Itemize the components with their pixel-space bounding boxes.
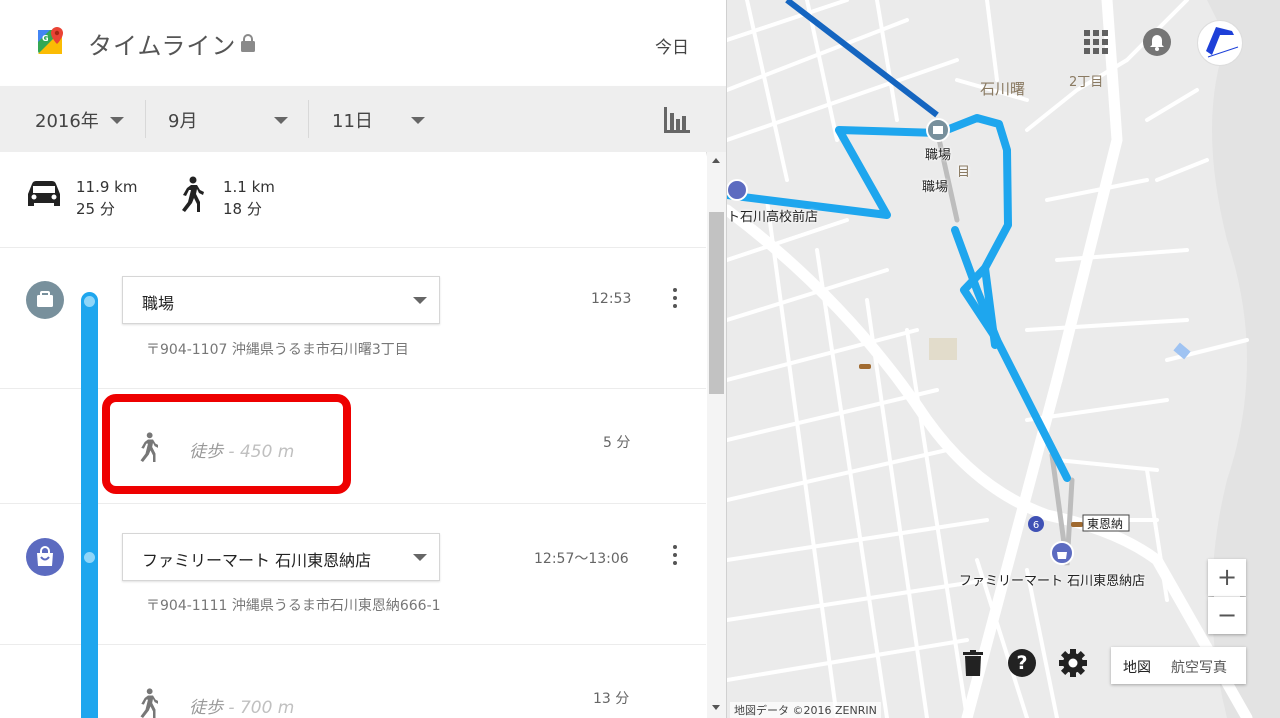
map-roads: 6: [727, 0, 1280, 718]
map-type-map[interactable]: 地図: [1123, 657, 1151, 677]
map-place-label: ファミリーマート 石川東恩納店: [959, 574, 1146, 589]
car-distance: 11.9 km: [76, 178, 138, 196]
place-time: 12:57〜13:06: [534, 551, 629, 567]
activity-label: 徒歩: [189, 698, 223, 718]
map-place-label: 職場: [925, 148, 952, 163]
shopping-bag-icon: [26, 538, 64, 576]
map-view[interactable]: 6 石川曙 2丁目 職場 職場 目 ト石川高校前店 ファミリーマート 石川東恩納…: [727, 0, 1280, 718]
chevron-down-icon: [413, 297, 427, 304]
chevron-down-icon: [411, 117, 425, 124]
chevron-down-icon: [110, 117, 124, 124]
place-name-dropdown[interactable]: 職場: [122, 276, 440, 324]
map-place-label: 職場: [922, 180, 949, 195]
zoom-in-button[interactable]: +: [1208, 559, 1246, 596]
timeline-panel: G タイムライン 今日 2016年 9月 11日 11.9 km 25 分 1.…: [0, 0, 727, 718]
car-icon: [28, 181, 60, 206]
car-duration: 25 分: [76, 200, 115, 218]
notification-bell-icon[interactable]: [1143, 28, 1171, 56]
today-button[interactable]: 今日: [655, 33, 689, 58]
activity-segment[interactable]: 徒歩 - 700 m: [189, 693, 294, 718]
place-name: ファミリーマート 石川東恩納店: [142, 551, 372, 570]
briefcase-icon: [26, 281, 64, 319]
google-maps-logo-icon: G: [38, 27, 63, 54]
zoom-out-button[interactable]: −: [1208, 597, 1246, 634]
date-selector-bar: 2016年 9月 11日: [0, 86, 726, 152]
more-options-icon[interactable]: [673, 545, 677, 569]
page-title: タイムライン: [88, 32, 237, 60]
map-place-label: ト石川高校前店: [727, 210, 819, 225]
divider: [0, 388, 706, 389]
map-area-label: 石川曙: [980, 80, 1026, 98]
place-name: 職場: [142, 294, 175, 313]
divider: [0, 503, 706, 504]
avatar[interactable]: [1197, 20, 1243, 66]
place-address: 〒904-1111 沖縄県うるま市石川東恩納666-1: [146, 598, 441, 614]
scroll-up-icon[interactable]: [712, 158, 720, 163]
header: G タイムライン 今日: [0, 0, 726, 86]
gear-icon[interactable]: [1058, 648, 1088, 678]
bar-chart-icon[interactable]: [662, 105, 692, 135]
walk-duration: 18 分: [223, 200, 262, 218]
chevron-down-icon: [413, 554, 427, 561]
day-value: 11日: [332, 111, 373, 132]
activity-duration: 5 分: [603, 435, 631, 451]
station-label: 東恩納: [1087, 517, 1124, 531]
walking-icon: [182, 176, 204, 212]
divider: [0, 644, 706, 645]
timeline-dot: [82, 294, 97, 309]
apps-grid-icon[interactable]: [1084, 30, 1108, 54]
map-area-label: 目: [957, 165, 971, 180]
place-name-dropdown[interactable]: ファミリーマート 石川東恩納店: [122, 533, 440, 581]
scrollbar-thumb[interactable]: [709, 212, 724, 394]
lock-icon: [241, 34, 255, 52]
place-time: 12:53: [591, 291, 632, 307]
map-type-toggle: 地図 航空写真: [1111, 647, 1246, 684]
place-address: 〒904-1107 沖縄県うるま市石川曙3丁目: [146, 342, 409, 358]
chevron-down-icon: [274, 117, 288, 124]
scroll-down-icon[interactable]: [712, 705, 720, 710]
trash-icon[interactable]: [962, 650, 984, 676]
help-icon[interactable]: ?: [1008, 649, 1036, 677]
more-options-icon[interactable]: [673, 288, 677, 312]
year-dropdown[interactable]: 2016年: [0, 86, 145, 152]
timeline-dot: [82, 550, 97, 565]
year-value: 2016年: [35, 111, 99, 132]
route-number: 6: [1033, 520, 1039, 531]
walking-icon: [140, 688, 158, 718]
timeline-track: [81, 292, 98, 718]
month-value: 9月: [168, 111, 198, 132]
walk-distance: 1.1 km: [223, 178, 275, 196]
svg-text:G: G: [42, 34, 49, 43]
map-copyright: 地図データ ©2016 ZENRIN: [730, 702, 881, 718]
map-type-satellite[interactable]: 航空写真: [1171, 657, 1227, 677]
activity-duration: 13 分: [593, 691, 630, 707]
highlight-annotation: [102, 394, 351, 494]
day-dropdown[interactable]: 11日: [309, 86, 449, 152]
activity-distance: - 700 m: [228, 698, 295, 718]
month-dropdown[interactable]: 9月: [146, 86, 308, 152]
map-area-label: 2丁目: [1069, 75, 1104, 90]
divider: [1214, 596, 1240, 597]
divider: [0, 247, 706, 248]
